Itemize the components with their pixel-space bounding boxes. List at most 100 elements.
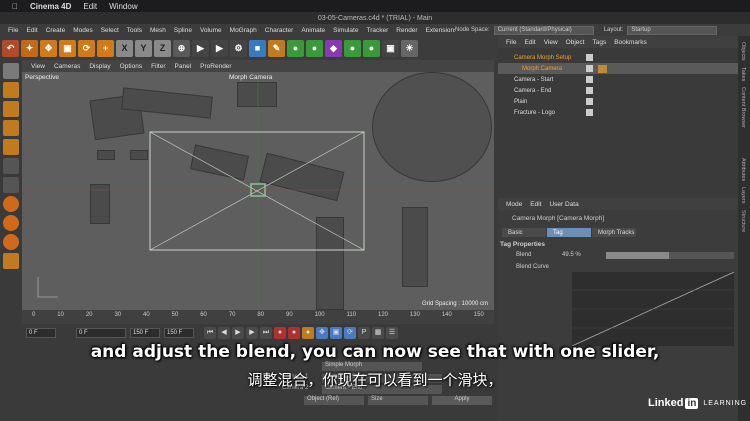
menu-render[interactable]: Render [396,27,417,34]
move-icon[interactable]: ✥ [40,39,57,57]
tab-tag[interactable]: Tag [547,228,591,237]
start-frame-field[interactable]: 0 F [26,328,56,338]
coordinate-system-icon[interactable]: ⊕ [173,39,190,57]
field-icon[interactable]: ● [344,39,361,57]
menu-tools[interactable]: Tools [127,27,142,34]
edges-mode-icon[interactable] [3,120,19,136]
coordinate-mode-select[interactable]: Object (Rel) [304,396,364,405]
apple-icon[interactable]:  [12,2,18,11]
layout-select[interactable]: Startup [627,25,718,35]
menu-mesh[interactable]: Mesh [150,27,166,34]
position-key-icon[interactable]: ✥ [316,327,328,339]
scale-icon[interactable]: ▣ [59,39,76,57]
prev-key-icon[interactable]: ◀ [218,327,230,339]
viewport-menu-panel[interactable]: Panel [175,63,192,70]
morph-tag-icon[interactable] [598,64,607,73]
object-row[interactable]: Camera - End [498,85,738,96]
viewport-menu-view[interactable]: View [31,63,45,70]
menu-select[interactable]: Select [101,27,119,34]
visibility-icon[interactable] [586,109,593,116]
om-menu-file[interactable]: File [506,39,516,46]
om-menu-bookmarks[interactable]: Bookmarks [614,39,647,46]
lock-workplane-icon[interactable] [3,253,19,269]
side-tab-takes[interactable]: Takes [740,67,746,81]
menu-create[interactable]: Create [46,27,66,34]
param-key-icon[interactable]: P [358,327,370,339]
texture-mode-icon[interactable] [3,82,19,98]
menu-volume[interactable]: Volume [200,27,222,34]
timeline-settings-icon[interactable]: ☰ [386,327,398,339]
camera-icon[interactable]: ▣ [382,39,399,57]
record-icon[interactable]: ● [274,327,286,339]
viewport-menu-filter[interactable]: Filter [151,63,165,70]
tweak-mode-icon[interactable] [3,177,19,193]
menu-simulate[interactable]: Simulate [333,27,358,34]
model-mode-icon[interactable] [3,63,19,79]
keyframe-selection-icon[interactable]: ● [302,327,314,339]
live-select-icon[interactable]: ✦ [21,39,38,57]
viewport-menu-display[interactable]: Display [89,63,110,70]
viewport-menu-cameras[interactable]: Cameras [54,63,80,70]
object-row[interactable]: Plain [498,96,738,107]
side-tab-structure[interactable]: Structure [740,210,746,232]
visibility-icon[interactable] [586,76,593,83]
menu-edit[interactable]: Edit [26,27,37,34]
object-row-selected[interactable]: Morph Camera [498,63,738,74]
app-menu[interactable]: Cinema 4D [30,2,71,11]
next-key-icon[interactable]: ▶ [246,327,258,339]
visibility-icon[interactable] [586,98,593,105]
points-mode-icon[interactable] [3,101,19,117]
cube-icon[interactable]: ■ [249,39,266,57]
viewport-menu-prorender[interactable]: ProRender [200,63,231,70]
visibility-icon[interactable] [586,65,593,72]
apply-button[interactable]: Apply [432,396,492,405]
go-end-icon[interactable]: ⏭ [260,327,272,339]
om-menu-edit[interactable]: Edit [524,39,535,46]
tab-morph-tracks[interactable]: Morph Tracks [592,228,636,237]
menu-tracker[interactable]: Tracker [366,27,388,34]
om-menu-tags[interactable]: Tags [592,39,606,46]
render-settings-icon[interactable]: ⚙ [230,39,247,57]
y-axis-button[interactable]: Y [135,39,152,57]
visibility-icon[interactable] [586,87,593,94]
menu-animate[interactable]: Animate [301,27,325,34]
menu-spline[interactable]: Spline [174,27,192,34]
menu-character[interactable]: Character [265,27,294,34]
menu-extensions[interactable]: Extensions [426,27,458,34]
rotation-key-icon[interactable]: ⟳ [344,327,356,339]
mac-menu-window[interactable]: Window [109,2,137,11]
end-frame-field[interactable]: 150 F [130,328,160,338]
snap-icon[interactable] [3,196,19,212]
object-row[interactable]: Fracture - Logo [498,107,738,118]
visibility-icon[interactable] [586,54,593,61]
side-tab-attributes[interactable]: Attributes [740,158,746,181]
x-axis-button[interactable]: X [116,39,133,57]
environment-icon[interactable]: ● [363,39,380,57]
scale-key-icon[interactable]: ▣ [330,327,342,339]
blend-value[interactable]: 49.5 % [562,252,581,258]
side-tab-content-browser[interactable]: Content Browser [740,87,746,128]
undo-icon[interactable]: ↶ [2,39,19,57]
size-mode-select[interactable]: Size [368,396,428,405]
subdivision-icon[interactable]: ● [287,39,304,57]
z-axis-button[interactable]: Z [154,39,171,57]
am-menu-edit[interactable]: Edit [530,201,541,208]
side-tab-objects[interactable]: Objects [740,42,746,61]
menu-file[interactable]: File [8,27,18,34]
light-icon[interactable]: ☀ [401,39,418,57]
snap-settings-icon[interactable] [3,215,19,231]
menu-modes[interactable]: Modes [73,27,93,34]
play-icon[interactable]: ▶ [232,327,244,339]
render-view-icon[interactable]: ▶ [192,39,209,57]
pen-icon[interactable]: ✎ [268,39,285,57]
blend-slider[interactable] [606,252,734,259]
axis-mode-icon[interactable] [3,158,19,174]
blend-curve-graph[interactable] [571,271,735,347]
end-frame-field-2[interactable]: 150 F [164,328,194,338]
polygons-mode-icon[interactable] [3,139,19,155]
go-start-icon[interactable]: ⏮ [204,327,216,339]
object-row[interactable]: Camera - Start [498,74,738,85]
om-menu-view[interactable]: View [544,39,558,46]
side-tab-layers[interactable]: Layers [740,187,746,204]
current-frame-field[interactable]: 0 F [76,328,126,338]
